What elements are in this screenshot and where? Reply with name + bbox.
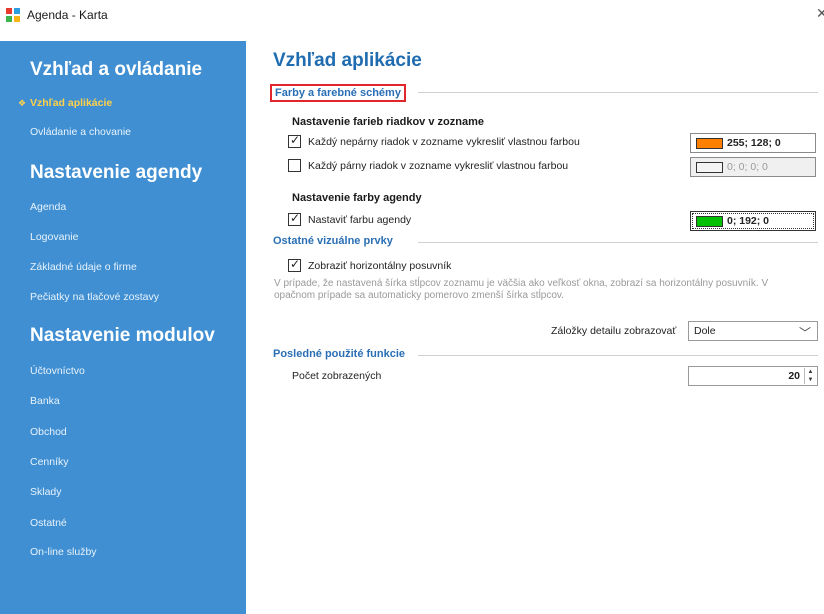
odd-row-color-swatch (696, 137, 723, 149)
even-row-color-value: 0; 0; 0; 0 (727, 161, 768, 173)
even-row-checkbox[interactable] (288, 159, 301, 172)
sidebar-item-banka[interactable]: Banka (30, 395, 60, 407)
sidebar-item-ovladanie[interactable]: Ovládanie a chovanie (30, 126, 131, 138)
odd-row-color-picker[interactable]: 255; 128; 0 (690, 133, 816, 153)
sidebar-item-cenniky[interactable]: Cenníky (30, 456, 69, 468)
sidebar-item-zakladne-udaje[interactable]: Základné údaje o firme (30, 261, 137, 273)
active-marker-icon: ❖ (18, 98, 27, 108)
recent-count-value: 20 (788, 370, 800, 382)
agenda-color-label: Nastaviť farbu agendy (308, 213, 412, 226)
close-icon[interactable]: ✕ (816, 5, 824, 22)
section-divider (418, 242, 818, 243)
odd-row-color-value: 255; 128; 0 (727, 137, 781, 149)
scrollbar-label: Zobraziť horizontálny posuvník (308, 259, 452, 272)
chevron-down-icon: ﹀ (798, 326, 811, 340)
agenda-karta-window: Agenda - Karta ✕ Vzhľad a ovládanie ❖ Vz… (0, 0, 824, 614)
app-icon (5, 7, 21, 23)
sidebar: Vzhľad a ovládanie ❖ Vzhľad aplikácie Ov… (0, 41, 246, 614)
scrollbar-option[interactable]: Zobraziť horizontálny posuvník (288, 257, 452, 272)
sidebar-heading-appearance: Vzhľad a ovládanie (30, 59, 203, 80)
scrollbar-help-text: V prípade, že nastavená šírka stĺpcov zo… (274, 278, 769, 301)
sidebar-item-online-sluzby[interactable]: On-line služby (30, 546, 97, 558)
stepper-down-icon[interactable]: ▼ (805, 376, 816, 384)
title-bar: Agenda - Karta ✕ (0, 0, 824, 30)
even-row-option[interactable]: Každý párny riadok v zozname vykresliť v… (288, 159, 568, 172)
agenda-color-checkbox[interactable] (288, 211, 301, 226)
even-row-color-picker[interactable]: 0; 0; 0; 0 (690, 157, 816, 177)
section-divider (418, 355, 818, 356)
stepper-up-icon[interactable]: ▲ (805, 368, 816, 376)
tabs-position-select[interactable]: Dole ﹀ (688, 321, 818, 341)
section-divider (418, 92, 818, 93)
agenda-color-value: 0; 192; 0 (727, 215, 770, 227)
section-label-posledne: Posledné použité funkcie (273, 348, 410, 360)
section-label-vizualne: Ostatné vizuálne prvky (273, 235, 397, 247)
window-title: Agenda - Karta (27, 8, 108, 22)
tabs-position-label: Záložky detailu zobrazovať (551, 325, 677, 337)
sidebar-item-agenda[interactable]: Agenda (30, 201, 66, 213)
sidebar-heading-modules: Nastavenie modulov (30, 325, 215, 346)
even-row-color-swatch (696, 161, 723, 173)
agenda-color-option[interactable]: Nastaviť farbu agendy (288, 211, 412, 226)
main-panel: Vzhľad aplikácie Farby a farebné schémy … (246, 30, 824, 614)
agenda-color-picker[interactable]: 0; 192; 0 (690, 211, 816, 231)
sidebar-item-vzhlad-aplikacie[interactable]: Vzhľad aplikácie (30, 97, 112, 109)
stepper-buttons[interactable]: ▲ ▼ (804, 368, 816, 384)
section-label-farby: Farby a farebné schémy (270, 84, 406, 102)
even-row-label: Každý párny riadok v zozname vykresliť v… (308, 159, 569, 172)
sidebar-item-ostatne[interactable]: Ostatné (30, 517, 67, 529)
scrollbar-checkbox[interactable] (288, 257, 301, 272)
sidebar-item-peciatky[interactable]: Pečiatky na tlačové zostavy (30, 291, 159, 303)
rows-colors-heading: Nastavenie farieb riadkov v zozname (292, 116, 484, 128)
agenda-color-swatch (696, 215, 723, 227)
sidebar-heading-agenda: Nastavenie agendy (30, 162, 203, 183)
sidebar-item-sklady[interactable]: Sklady (30, 486, 62, 498)
odd-row-option[interactable]: Každý nepárny riadok v zozname vykresliť… (288, 133, 580, 148)
page-title: Vzhľad aplikácie (273, 50, 422, 71)
sidebar-item-obchod[interactable]: Obchod (30, 426, 67, 438)
odd-row-label: Každý nepárny riadok v zozname vykresliť… (308, 135, 580, 148)
tabs-position-value: Dole (694, 325, 716, 337)
recent-count-stepper[interactable]: 20 ▲ ▼ (688, 366, 818, 386)
sidebar-item-uctovnictvo[interactable]: Účtovníctvo (30, 365, 85, 377)
sidebar-item-logovanie[interactable]: Logovanie (30, 231, 78, 243)
agenda-color-heading: Nastavenie farby agendy (292, 192, 422, 204)
odd-row-checkbox[interactable] (288, 133, 301, 148)
recent-count-label: Počet zobrazených (292, 370, 382, 382)
